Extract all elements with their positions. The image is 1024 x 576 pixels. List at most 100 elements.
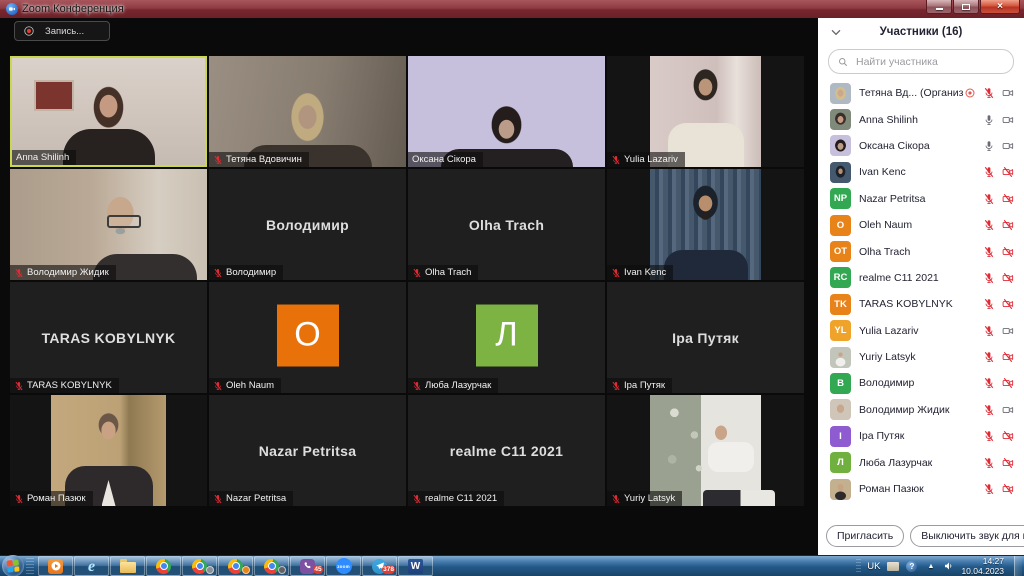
participant-row[interactable]: NP Nazar Petritsa xyxy=(818,186,1024,212)
video-tile-realme-c11[interactable]: realme C11 2021 realme C11 2021 xyxy=(408,395,605,506)
video-tile-yulia-lazariv[interactable]: Yulia Lazariv xyxy=(607,56,804,167)
video-tile-oleh-naum[interactable]: O Oleh Naum xyxy=(209,282,406,393)
video-tile-yuriy-latsyk[interactable]: Yuriy Latsyk xyxy=(607,395,804,506)
avatar-initials: B xyxy=(830,373,851,394)
participant-row[interactable]: Ivan Kenc xyxy=(818,159,1024,185)
avatar-initials: TK xyxy=(830,294,851,315)
camera-icon xyxy=(8,5,16,13)
camera-on-icon xyxy=(1002,325,1014,337)
participant-name: Оксана Сікора xyxy=(859,140,983,152)
avatar xyxy=(830,399,851,420)
participant-row[interactable]: Yuriy Latsyk xyxy=(818,344,1024,370)
video-tile-anna-shilinh[interactable]: Anna Shilinh xyxy=(10,56,207,167)
video-tile-ivan-kenc[interactable]: Ivan Kenc xyxy=(607,169,804,280)
recording-label: Запись... xyxy=(45,26,84,37)
taskbar-chrome-button[interactable] xyxy=(146,556,181,576)
participant-row[interactable]: YL Yulia Lazariv xyxy=(818,318,1024,344)
letter-avatar: O xyxy=(277,304,339,366)
taskbar-viber-button[interactable]: 45 xyxy=(290,556,325,576)
telegram-badge: 378 xyxy=(382,565,395,574)
mute-all-button[interactable]: Выключить звук для всех xyxy=(910,525,1024,547)
participant-row[interactable]: OT Olha Trach xyxy=(818,238,1024,264)
record-icon xyxy=(23,25,35,37)
mic-off-icon xyxy=(983,430,995,442)
video-tile-roman-pazyuk[interactable]: Роман Пазюк xyxy=(10,395,207,506)
close-button[interactable]: × xyxy=(980,0,1020,14)
video-tile-taras-kobylnyk[interactable]: TARAS KOBYLNYK TARAS KOBYLNYK xyxy=(10,282,207,393)
zoom-icon: zoom xyxy=(336,558,352,574)
tile-center-name: Olha Trach xyxy=(408,169,605,280)
camera-off-icon xyxy=(1002,351,1014,363)
clock[interactable]: 14:27 10.04.2023 xyxy=(961,556,1004,576)
volume-icon[interactable] xyxy=(943,560,955,572)
tray-help-icon[interactable]: ? xyxy=(905,560,918,572)
system-tray: UK ? ▲ 14:27 10.04.2023 xyxy=(856,556,1024,576)
tile-center-name: Іра Путяк xyxy=(607,282,804,393)
participant-row[interactable]: Л Люба Лазурчак xyxy=(818,449,1024,475)
video-tile-olha-trach[interactable]: Olha Trach Olha Trach xyxy=(408,169,605,280)
mic-off-icon xyxy=(983,377,995,389)
recording-indicator-button[interactable]: Запись... xyxy=(14,21,110,41)
mic-off-icon xyxy=(983,351,995,363)
tray-show-hidden-icons[interactable]: ▲ xyxy=(924,560,937,572)
mic-off-icon xyxy=(983,483,995,495)
avatar-initials: RC xyxy=(830,267,851,288)
tray-folder-icon[interactable] xyxy=(886,560,899,572)
taskbar-zoom-button[interactable]: zoom xyxy=(326,556,361,576)
avatar xyxy=(830,162,851,183)
search-input[interactable] xyxy=(854,55,1005,69)
taskbar-chrome-profile4-button[interactable] xyxy=(254,556,289,576)
participant-row[interactable]: O Oleh Naum xyxy=(818,212,1024,238)
video-tile-oksana-sikora[interactable]: Оксана Сікора xyxy=(408,56,605,167)
camera-on-icon xyxy=(1002,87,1014,99)
taskbar-chrome-profile3-button[interactable] xyxy=(218,556,253,576)
video-tile-nazar-petritsa[interactable]: Nazar Petritsa Nazar Petritsa xyxy=(209,395,406,506)
video-tile-volodymyr[interactable]: Володимир Володимир xyxy=(209,169,406,280)
chrome-profile-badge xyxy=(278,566,286,574)
avatar xyxy=(830,109,851,130)
maximize-button[interactable] xyxy=(953,0,979,14)
participant-name: Володимир Жидик xyxy=(859,404,983,416)
taskbar: e 45 zoom 378 W xyxy=(0,555,1024,576)
tile-name-label: Yulia Lazariv xyxy=(607,152,685,167)
mic-off-icon xyxy=(213,381,223,391)
language-indicator[interactable]: UK xyxy=(867,561,880,572)
participant-row[interactable]: Anna Shilinh xyxy=(818,106,1024,132)
participant-row[interactable]: Володимир Жидик xyxy=(818,397,1024,423)
participant-row[interactable]: Оксана Сікора xyxy=(818,133,1024,159)
close-icon: × xyxy=(997,2,1003,12)
tray-grip xyxy=(856,559,861,573)
chrome-icon xyxy=(192,559,207,574)
show-desktop-button[interactable] xyxy=(1014,556,1022,576)
video-tile-tetyana-vdovychyn[interactable]: Тетяна Вдовичин xyxy=(209,56,406,167)
search-box[interactable] xyxy=(828,49,1014,74)
taskbar-telegram-button[interactable]: 378 xyxy=(362,556,397,576)
video-tile-volodymyr-zhydyk[interactable]: Володимир Жидик xyxy=(10,169,207,280)
taskbar-internet-explorer-button[interactable]: e xyxy=(74,556,109,576)
mic-off-icon xyxy=(983,298,995,310)
taskbar-file-explorer-button[interactable] xyxy=(110,556,145,576)
taskbar-chrome-profile2-button[interactable] xyxy=(182,556,217,576)
participant-row[interactable]: RC realme C11 2021 xyxy=(818,265,1024,291)
participant-row[interactable]: Роман Пазюк xyxy=(818,476,1024,502)
avatar xyxy=(830,83,851,104)
start-button[interactable] xyxy=(2,555,24,576)
taskbar-media-player-button[interactable] xyxy=(38,556,73,576)
mic-off-icon xyxy=(983,87,995,99)
invite-button[interactable]: Пригласить xyxy=(826,525,904,547)
minimize-button[interactable] xyxy=(926,0,952,14)
letter-avatar: Л xyxy=(476,304,538,366)
video-tile-lyuba-lazurchak[interactable]: Л Люба Лазурчак xyxy=(408,282,605,393)
participant-row-host[interactable]: Тетяна Вд... (Организатор, я) xyxy=(818,80,1024,106)
mic-off-icon xyxy=(213,494,223,504)
chrome-icon xyxy=(228,559,243,574)
tile-name-label: Люба Лазурчак xyxy=(408,378,498,393)
mic-off-icon xyxy=(983,219,995,231)
participant-row[interactable]: I Іра Путяк xyxy=(818,423,1024,449)
participant-row[interactable]: TK TARAS KOBYLNYK xyxy=(818,291,1024,317)
taskbar-word-button[interactable]: W xyxy=(398,556,433,576)
participant-name: Olha Trach xyxy=(859,246,983,258)
participant-row[interactable]: B Володимир xyxy=(818,370,1024,396)
mic-on-icon xyxy=(983,140,995,152)
video-tile-ira-putyak[interactable]: Іра Путяк Іра Путяк xyxy=(607,282,804,393)
